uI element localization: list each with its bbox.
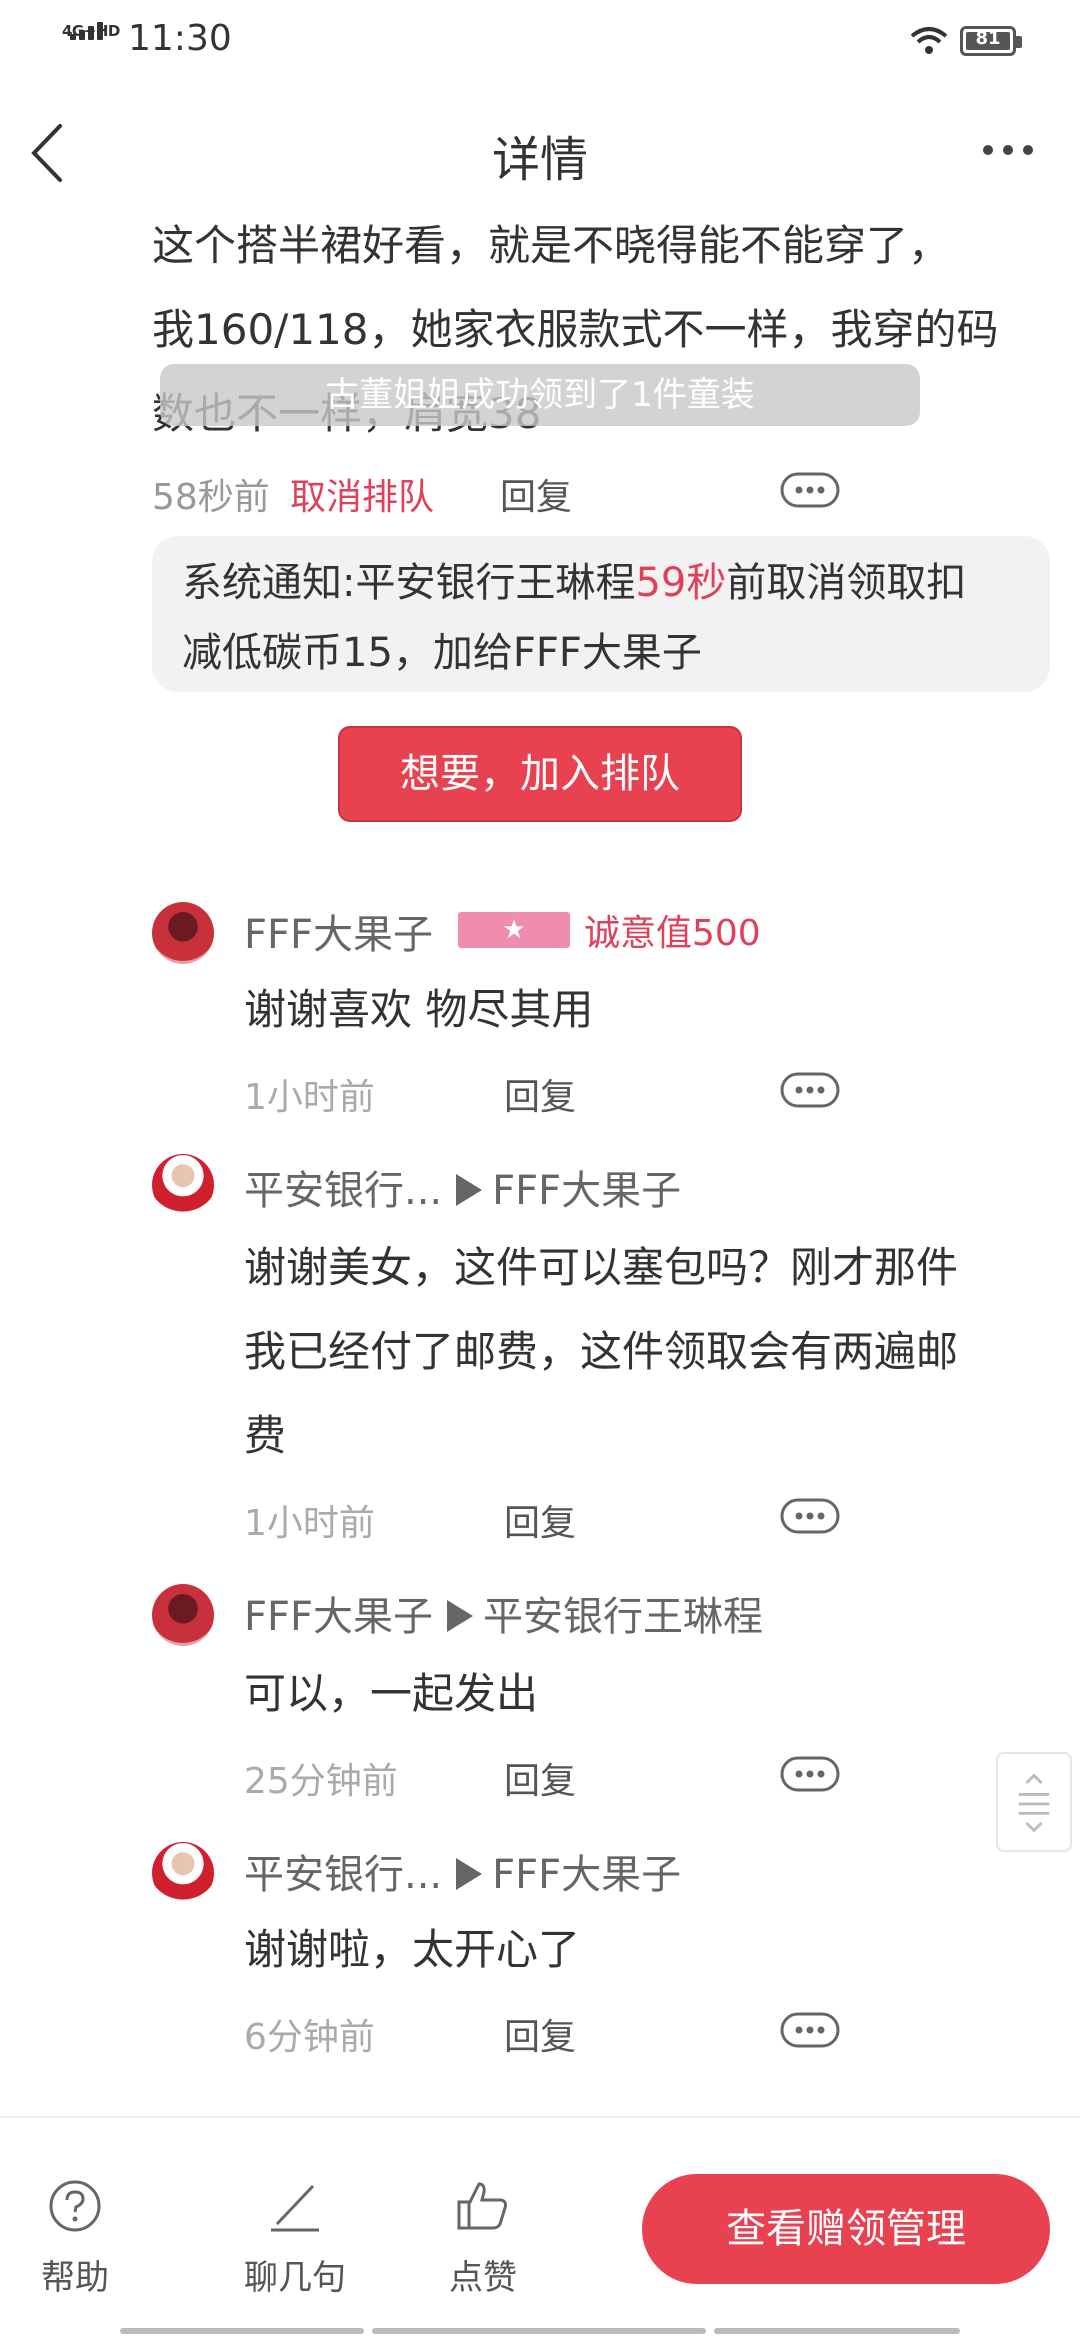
- more-options-icon[interactable]: [780, 1498, 840, 1534]
- comment-reply-button[interactable]: 回复: [504, 1494, 576, 1546]
- like-label: 点赞: [449, 2258, 517, 2298]
- notice-suffix: 前取消领取扣: [726, 560, 967, 606]
- battery-level: 81: [975, 28, 1001, 49]
- level-badge: ★: [458, 912, 570, 948]
- comment-username[interactable]: 平安银行...: [244, 1168, 442, 1214]
- post-time: 58秒前: [152, 477, 270, 518]
- join-queue-button[interactable]: 想要，加入排队: [338, 726, 742, 822]
- comment-time: 6分钟前: [244, 2017, 375, 2058]
- view-manage-button[interactable]: 查看赠领管理: [642, 2174, 1050, 2284]
- nav-gesture-bar: [714, 2328, 960, 2334]
- comment-header: 平安银行... FFF大果子: [244, 1158, 681, 1216]
- comment-time: 1小时前: [244, 1503, 375, 1544]
- comment-text: 谢谢喜欢 物尽其用: [244, 985, 594, 1034]
- more-options-icon[interactable]: [780, 472, 840, 508]
- battery-icon: 81: [960, 26, 1022, 56]
- comment-header: FFF大果子 平安银行王琳程: [244, 1584, 763, 1642]
- comment-text: 谢谢美女，这件可以塞包吗？刚才那件: [244, 1243, 959, 1292]
- sincerity-value: 诚意值500: [584, 913, 761, 954]
- comment-reply-button[interactable]: 回复: [504, 1752, 576, 1804]
- reply-arrow-icon: [456, 1858, 483, 1890]
- help-button[interactable]: 帮助: [20, 2178, 130, 2318]
- system-notice: 系统通知:平安银行王琳程59秒前取消领取扣 减低碳币15，加给FFF大果子: [152, 536, 1050, 692]
- comment-reply-button[interactable]: 回复: [504, 2008, 576, 2060]
- post-reply-button[interactable]: 回复: [500, 468, 572, 520]
- nav-gesture-bar: [372, 2328, 706, 2334]
- scroll-handle-icon[interactable]: [996, 1752, 1072, 1852]
- like-button[interactable]: 点赞: [428, 2178, 538, 2318]
- avatar[interactable]: [152, 1584, 214, 1646]
- nav-gesture-bar: [120, 2328, 364, 2334]
- post-text-line: 我160/118，她家衣服款式不一样，我穿的码: [152, 305, 999, 354]
- network-signal-icon: 4G+HD: [62, 22, 120, 62]
- comment-username[interactable]: 平安银行...: [244, 1852, 442, 1898]
- comment-time: 1小时前: [244, 1077, 375, 1118]
- chat-label: 聊几句: [244, 2258, 346, 2298]
- help-circle-icon: [49, 2180, 101, 2232]
- more-options-icon[interactable]: [780, 1756, 840, 1792]
- pen-icon: [271, 2184, 319, 2232]
- bottom-bar: 帮助 聊几句 点赞 查看赠领管理: [0, 2118, 1080, 2340]
- comment-text: 可以，一起发出: [244, 1669, 539, 1718]
- comment-text: 谢谢啦，太开心了: [244, 1925, 581, 1974]
- comment-reply-button[interactable]: 回复: [504, 1068, 576, 1120]
- thumbs-up-icon: [457, 2182, 507, 2230]
- more-dots-icon[interactable]: [978, 130, 1038, 170]
- page-title: 详情: [491, 132, 588, 188]
- status-time: 11:30: [128, 18, 232, 59]
- notice-line2: 减低碳币15，加给FFF大果子: [182, 630, 702, 676]
- toast-message: 古董姐姐成功领到了1件童装: [160, 364, 920, 426]
- avatar[interactable]: [152, 902, 214, 964]
- reply-target[interactable]: FFF大果子: [492, 1852, 681, 1898]
- comment-time: 25分钟前: [244, 1761, 398, 1802]
- nav-bar: 详情: [0, 90, 1080, 220]
- help-label: 帮助: [41, 2258, 109, 2298]
- wifi-icon: [910, 27, 948, 54]
- status-bar: 4G+HD 11:30 81: [0, 0, 1080, 84]
- comment-username[interactable]: FFF大果子: [244, 1594, 433, 1640]
- comment-header: 平安银行... FFF大果子: [244, 1842, 681, 1900]
- more-options-icon[interactable]: [780, 2012, 840, 2048]
- reply-arrow-icon: [456, 1174, 483, 1206]
- comment-text: 我已经付了邮费，这件领取会有两遍邮: [244, 1327, 959, 1376]
- avatar[interactable]: [152, 1154, 214, 1216]
- notice-highlight: 59秒: [635, 560, 727, 606]
- cancel-queue-link[interactable]: 取消排队: [290, 468, 434, 520]
- reply-target[interactable]: 平安银行王琳程: [483, 1594, 763, 1640]
- reply-target[interactable]: FFF大果子: [492, 1168, 681, 1214]
- more-options-icon[interactable]: [780, 1072, 840, 1108]
- comment-text: 费: [244, 1411, 287, 1460]
- notice-prefix: 系统通知:平安银行王琳程: [182, 560, 636, 606]
- chat-button[interactable]: 聊几句: [240, 2178, 350, 2318]
- avatar[interactable]: [152, 1842, 214, 1904]
- reply-arrow-icon: [447, 1600, 474, 1632]
- post-text-line: 这个搭半裙好看，就是不晓得能不能穿了，: [152, 221, 951, 270]
- comment-username[interactable]: FFF大果子: [244, 902, 433, 960]
